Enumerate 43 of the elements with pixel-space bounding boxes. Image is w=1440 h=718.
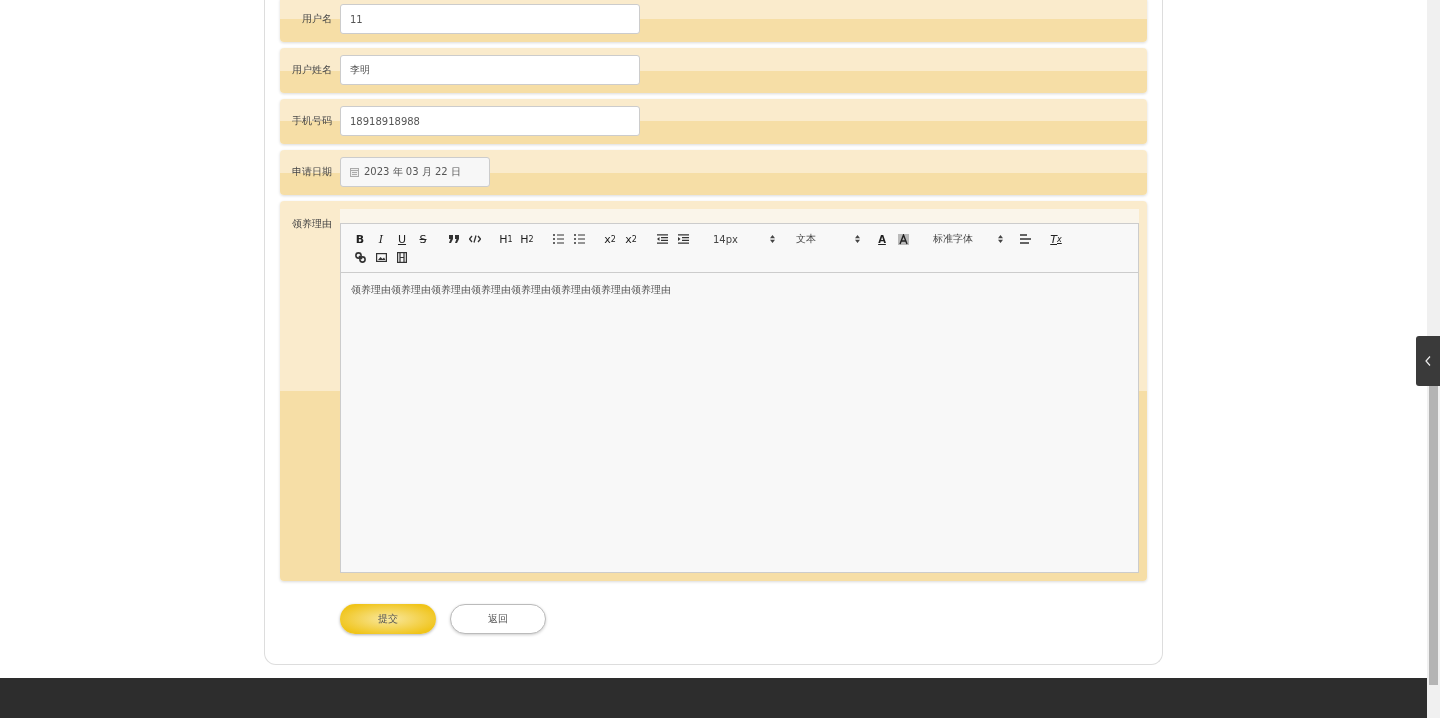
superscript-button[interactable]: x2 [622, 230, 640, 248]
back-button[interactable]: 返回 [450, 604, 546, 634]
calendar-icon [350, 167, 359, 177]
submit-button[interactable]: 提交 [340, 604, 436, 634]
text-field[interactable]: 18918918988 [340, 106, 640, 136]
link-icon [354, 251, 366, 263]
highlight-icon [897, 233, 909, 245]
code-icon [469, 235, 481, 243]
underline-button[interactable]: U [393, 230, 411, 248]
list-icon [573, 234, 585, 244]
image-icon [375, 252, 387, 262]
sort-arrows-icon [855, 235, 860, 243]
dropdown[interactable]: 14px [705, 230, 775, 248]
dropdown[interactable]: 文本 [788, 230, 860, 248]
scrollbar[interactable] [1427, 0, 1440, 718]
indent-icon [677, 234, 689, 244]
text-field[interactable]: 11 [340, 4, 640, 34]
field-label: 用户姓名 [291, 63, 333, 77]
field-label: 领养理由 [291, 217, 333, 231]
list-icon [552, 234, 564, 244]
clear-format-button[interactable]: Tx [1047, 230, 1065, 248]
date-field[interactable]: 2023 年 03 月 22 日 [340, 157, 490, 187]
film-icon [397, 251, 407, 263]
bold-button[interactable]: B [351, 230, 369, 248]
strike-button[interactable]: S [414, 230, 432, 248]
subscript-button[interactable]: x2 [601, 230, 619, 248]
italic-button[interactable]: I [372, 230, 390, 248]
side-panel-toggle[interactable] [1416, 336, 1440, 386]
dropdown[interactable]: 标准字体 [925, 230, 1003, 248]
outdent-icon [656, 234, 668, 244]
text-field[interactable]: 李明 [340, 55, 640, 85]
editor-text[interactable]: 领养理由领养理由领养理由领养理由领养理由领养理由领养理由领养理由 [341, 273, 1138, 572]
field-label: 申请日期 [291, 165, 333, 179]
align-icon [1019, 234, 1031, 244]
quote-icon [448, 235, 460, 243]
heading-button[interactable]: H1 [497, 230, 515, 248]
field-label: 用户名 [301, 12, 333, 26]
field-label: 手机号码 [291, 114, 333, 128]
chevron-left-icon [1425, 356, 1431, 366]
sort-arrows-icon [998, 235, 1003, 243]
sort-arrows-icon [770, 235, 775, 243]
font-color-button[interactable]: A [873, 230, 891, 248]
heading-button[interactable]: H2 [518, 230, 536, 248]
